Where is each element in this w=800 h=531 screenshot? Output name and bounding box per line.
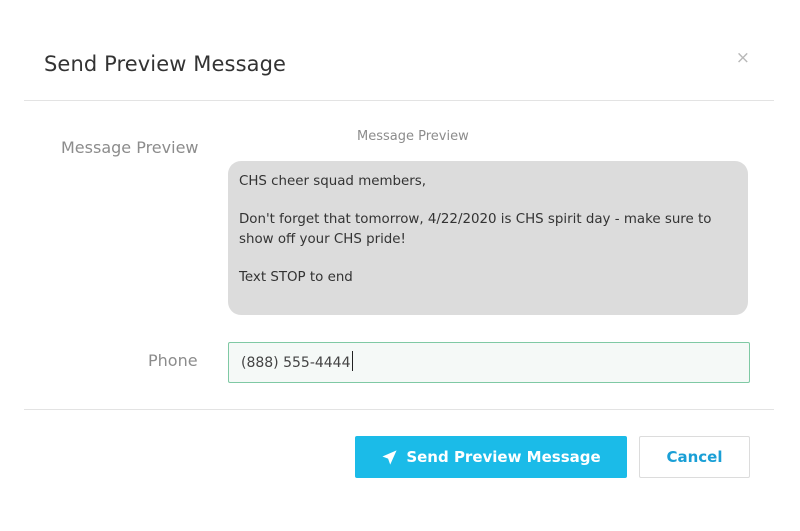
- dialog-title: Send Preview Message: [44, 52, 287, 76]
- send-preview-button-label: Send Preview Message: [406, 448, 601, 466]
- message-preview-bubble: CHS cheer squad members, Don't forget th…: [228, 161, 748, 315]
- message-line: Text STOP to end: [239, 269, 353, 285]
- dialog-header: Send Preview Message ×: [24, 0, 774, 101]
- message-line: CHS cheer squad members,: [239, 174, 426, 189]
- message-preview-caption: Message Preview: [357, 129, 469, 144]
- message-line: Don't forget that tomorrow, 4/22/2020 is…: [239, 211, 712, 248]
- close-icon[interactable]: ×: [736, 50, 750, 67]
- send-preview-button[interactable]: Send Preview Message: [355, 436, 627, 478]
- send-preview-dialog: Send Preview Message × Message Preview M…: [0, 0, 800, 531]
- paper-plane-icon: [382, 449, 397, 465]
- message-preview-label: Message Preview: [61, 138, 199, 157]
- phone-label: Phone: [148, 351, 198, 370]
- cancel-button[interactable]: Cancel: [639, 436, 750, 478]
- phone-input[interactable]: [228, 342, 750, 383]
- footer-divider: [24, 409, 774, 410]
